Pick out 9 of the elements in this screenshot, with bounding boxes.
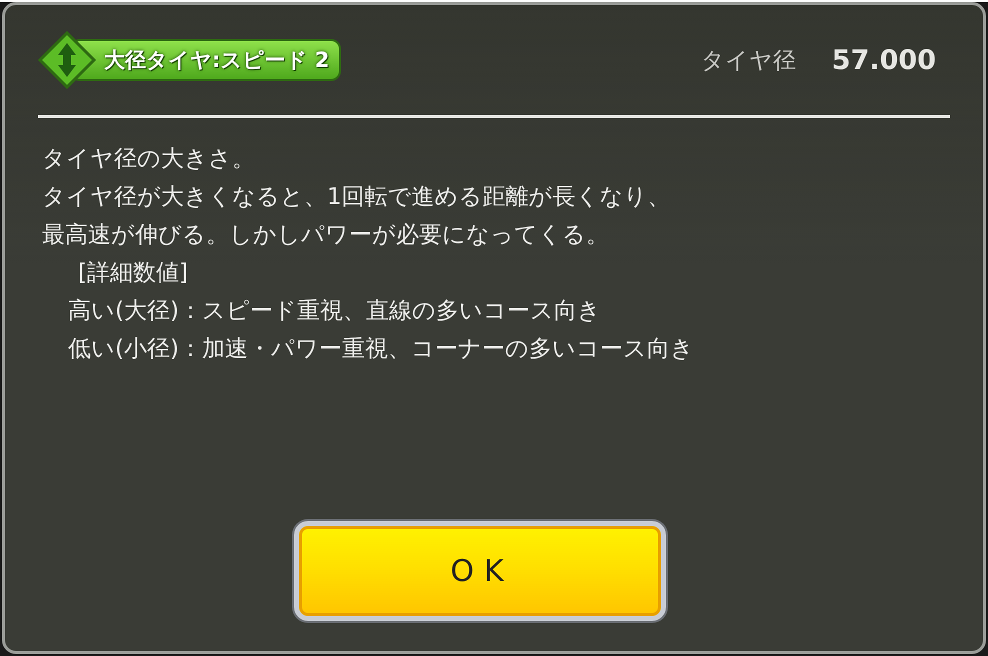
description-line: タイヤ径が大きくなると、1回転で進める距離が長くなり、 <box>41 183 672 212</box>
ok-button[interactable]: OK <box>294 521 666 621</box>
description-line: [詳細数値] <box>77 259 189 288</box>
description-line: 最高速が伸びる。しかしパワーが必要になってくる。 <box>41 221 610 250</box>
description-line: 高い(大径)：スピード重視、直線の多いコース向き <box>67 297 602 326</box>
description-line: 低い(小径)：加速・パワー重視、コーナーの多いコース向き <box>67 335 695 364</box>
description-line: タイヤ径の大きさ。 <box>41 145 256 174</box>
stat-label: タイヤ径 <box>700 46 796 76</box>
stat-value: 57.000 <box>832 44 936 76</box>
